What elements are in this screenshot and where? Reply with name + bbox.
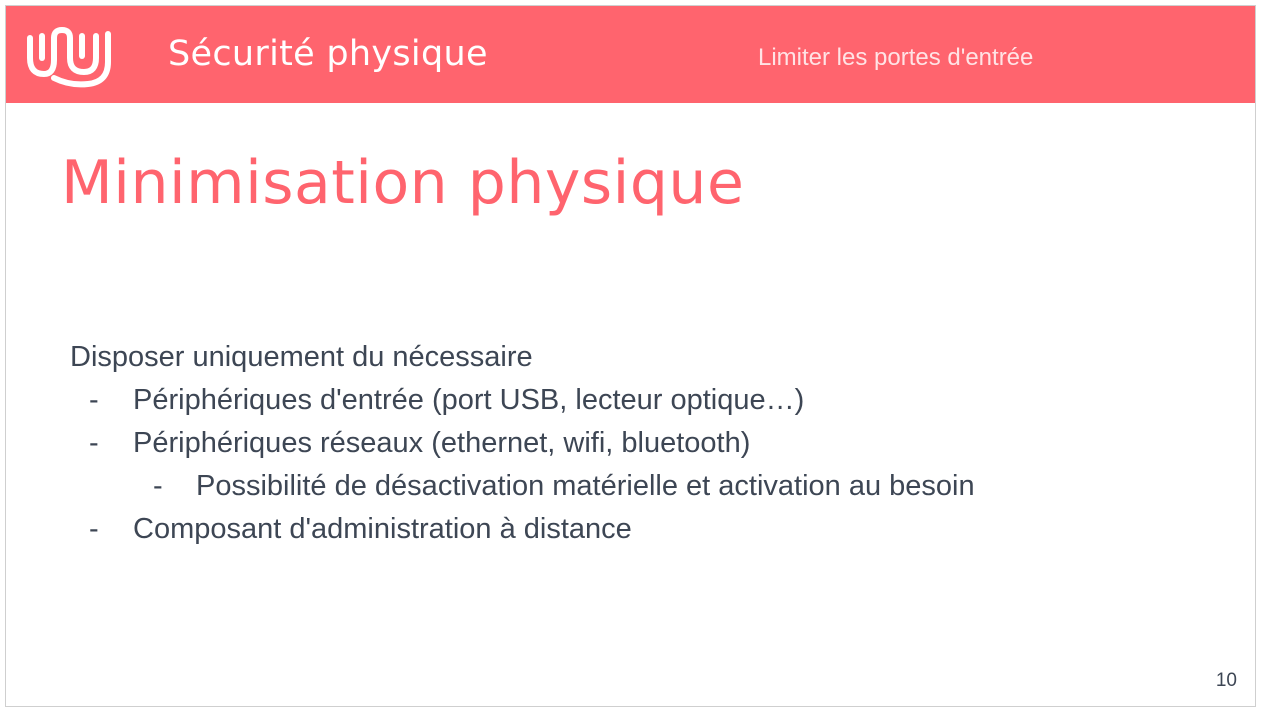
header-banner: Sécurité physique Limiter les portes d'e… <box>6 6 1255 103</box>
bullet-dash: - <box>89 384 99 416</box>
slide: Sécurité physique Limiter les portes d'e… <box>5 5 1256 707</box>
bullet-text: Périphériques d'entrée (port USB, lecteu… <box>133 384 805 416</box>
bullet-item: - Composant d'administration à distance <box>70 508 632 551</box>
bullet-text: Possibilité de désactivation matérielle … <box>196 470 975 502</box>
bullet-item: - Périphériques d'entrée (port USB, lect… <box>70 379 804 422</box>
wavy-lines-logo-icon <box>27 27 111 88</box>
intro-text: Disposer uniquement du nécessaire <box>70 341 533 373</box>
slide-title: Minimisation physique <box>61 148 745 218</box>
bullet-item: - Périphériques réseaux (ethernet, wifi,… <box>70 422 750 465</box>
section-subtitle: Limiter les portes d'entrée <box>758 44 1034 71</box>
section-title: Sécurité physique <box>168 34 488 74</box>
bullet-text: Composant d'administration à distance <box>133 513 632 545</box>
intro-line: Disposer uniquement du nécessaire <box>70 336 533 379</box>
bullet-dash: - <box>89 513 99 545</box>
bullet-text: Périphériques réseaux (ethernet, wifi, b… <box>133 427 751 459</box>
bullet-dash: - <box>89 427 99 459</box>
sub-bullet-item: - Possibilité de désactivation matériell… <box>70 465 975 508</box>
page-number: 10 <box>1215 670 1237 691</box>
slide-body: Disposer uniquement du nécessaire - Péri… <box>70 336 975 551</box>
bullet-dash: - <box>153 470 163 502</box>
